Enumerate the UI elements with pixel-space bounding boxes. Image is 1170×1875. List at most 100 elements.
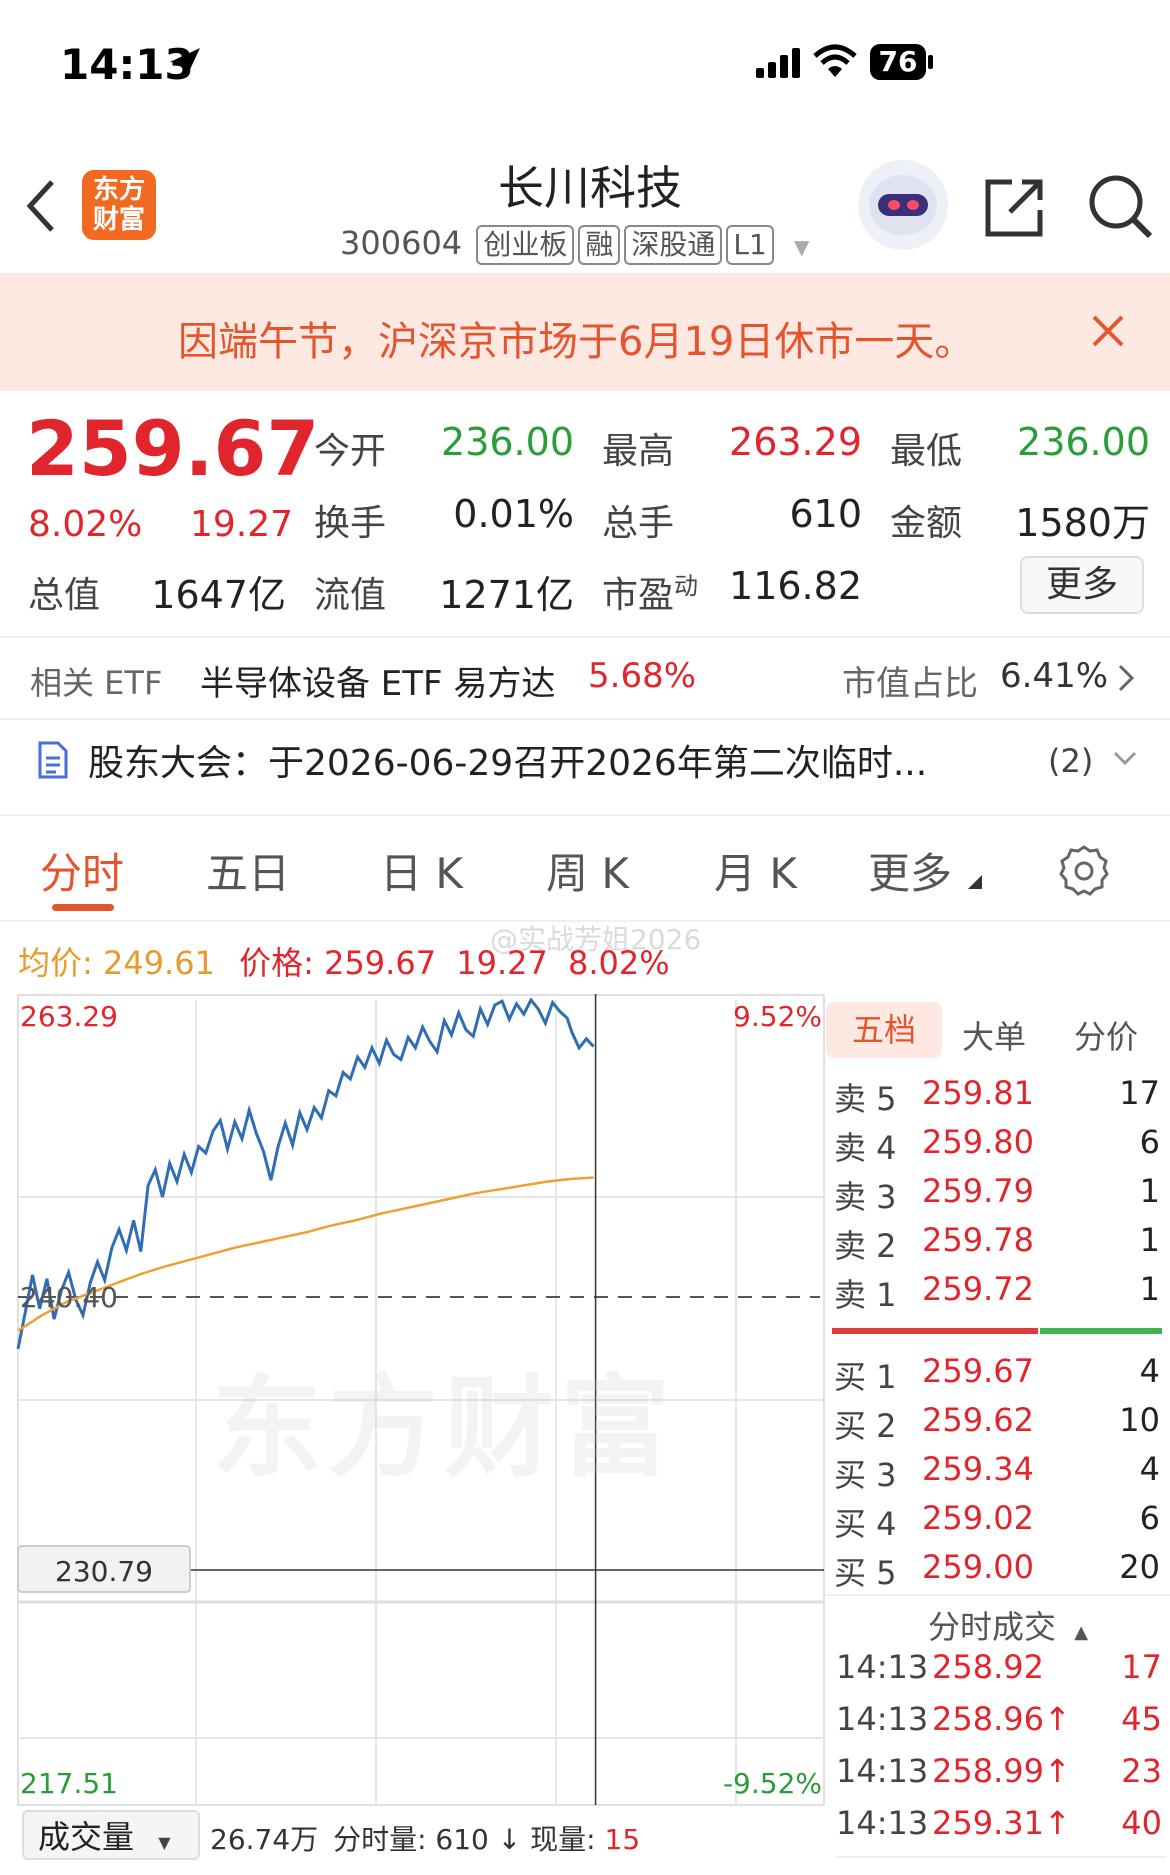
more-button[interactable]: 更多: [1020, 556, 1144, 614]
price-label: 价格:: [239, 944, 314, 982]
app-logo: 东方 财富: [82, 170, 156, 240]
volume-value: 610: [789, 492, 862, 536]
volume-selector[interactable]: 成交量 ▼: [22, 1810, 200, 1860]
pe-label: 市盈动: [602, 566, 698, 618]
asks-price: 259.72: [922, 1270, 1034, 1308]
tab-monthly-k[interactable]: 月 K: [714, 840, 797, 901]
etf-share-label: 市值占比: [842, 664, 978, 704]
current-volume: 15: [604, 1823, 641, 1856]
tab-daily-k[interactable]: 日 K: [380, 840, 463, 901]
asks-volume: 6: [1139, 1123, 1160, 1161]
pct-axis-top-label: 9.52%: [733, 1000, 822, 1033]
document-icon: [36, 740, 70, 784]
y-axis-bottom-label: 217.51: [20, 1767, 118, 1800]
tab-five-day[interactable]: 五日: [206, 840, 290, 901]
asks-price: 259.78: [922, 1221, 1034, 1259]
bids-volume: 10: [1119, 1401, 1160, 1439]
robot-assistant-icon[interactable]: [858, 160, 948, 250]
divider: [826, 1594, 1170, 1596]
orderbook-tab-price[interactable]: 分价: [1074, 1012, 1138, 1058]
asks-volume: 1: [1139, 1172, 1160, 1210]
total-value-label: 总值: [28, 575, 101, 616]
asks-label: 卖 1: [834, 1276, 897, 1314]
location-arrow-icon: [166, 46, 202, 86]
bids-row[interactable]: 买 2 259.62 10: [834, 1401, 1164, 1449]
asks-label: 卖 5: [834, 1080, 897, 1118]
bids-row[interactable]: 买 5 259.00 20: [834, 1548, 1164, 1596]
banner-text: 因端午节，沪深京市场于6月19日休市一天。: [178, 319, 975, 365]
caret-down-icon: ▼: [158, 1833, 171, 1852]
pe-label-text: 市盈: [602, 575, 675, 616]
logo-line2: 财富: [92, 205, 145, 235]
volume-stats: 26.74万 分时量: 610 ↓ 现量: 15: [210, 1818, 640, 1858]
etf-row[interactable]: 相关 ETF 半导体设备 ETF 易方达 5.68% 市值占比 6.41%: [0, 638, 1170, 718]
bids-row[interactable]: 买 4 259.02 6: [834, 1499, 1164, 1547]
orderbook-tab-five[interactable]: 五档: [826, 1002, 942, 1058]
etf-name: 半导体设备 ETF 易方达: [200, 664, 556, 704]
chevron-down-icon: ▼: [793, 235, 810, 259]
notice-row[interactable]: 股东大会：于2026-06-29召开2026年第二次临时... (2): [0, 720, 1170, 814]
orderbook-tab-big[interactable]: 大单: [962, 1012, 1026, 1058]
asks-volume: 1: [1139, 1221, 1160, 1259]
bids-row[interactable]: 买 1 259.67 4: [834, 1352, 1164, 1400]
trade-row: 14:13 258.92 17: [836, 1648, 1166, 1698]
share-icon[interactable]: [982, 174, 1048, 244]
minute-volume-label: 分时量:: [333, 1823, 427, 1856]
notice-text: 股东大会：于2026-06-29召开2026年第二次临时...: [88, 743, 928, 784]
high-label: 最高: [602, 431, 675, 472]
float-value: 1271亿: [439, 573, 574, 617]
ask-ratio-fill: [832, 1328, 1038, 1334]
trade-price: 258.99↑: [932, 1752, 1071, 1790]
tab-active-indicator: [52, 904, 114, 911]
asks-row[interactable]: 卖 3 259.79 1: [834, 1172, 1164, 1220]
divider: [0, 814, 1170, 816]
battery-level: 76: [878, 45, 918, 78]
etf-label: 相关 ETF: [30, 664, 163, 702]
high-value: 263.29: [729, 420, 862, 464]
pe-value: 116.82: [729, 564, 862, 608]
asks-row[interactable]: 卖 1 259.72 1: [834, 1270, 1164, 1318]
trade-volume: 40: [1121, 1804, 1162, 1842]
trades-header[interactable]: 分时成交 ▲: [928, 1602, 1088, 1648]
asks-price: 259.79: [922, 1172, 1034, 1210]
bids-label: 买 3: [834, 1456, 897, 1494]
tab-more[interactable]: 更多: [868, 840, 952, 901]
settings-gear-icon[interactable]: [1058, 844, 1110, 900]
dropdown-corner-icon: [968, 874, 982, 893]
close-icon[interactable]: [1090, 313, 1126, 353]
tab-intraday[interactable]: 分时: [40, 840, 124, 901]
chart-logo-watermark: 东方财富: [212, 1364, 676, 1492]
tag-level: L1: [726, 225, 774, 265]
low-label: 最低: [890, 431, 963, 472]
chevron-down-icon[interactable]: [1112, 750, 1138, 772]
tag-margin: 融: [578, 225, 621, 265]
turnover-label: 换手: [314, 503, 387, 544]
asks-row[interactable]: 卖 5 259.81 17: [834, 1074, 1164, 1122]
search-icon[interactable]: [1086, 172, 1156, 246]
trades-more-row: [836, 1856, 1166, 1875]
battery-icon: 76: [870, 44, 926, 80]
bids-volume: 6: [1139, 1499, 1160, 1537]
battery-tip: [928, 55, 933, 69]
bids-volume: 4: [1139, 1352, 1160, 1390]
avg-label: 均价:: [18, 944, 93, 982]
tab-weekly-k[interactable]: 周 K: [546, 840, 629, 901]
holiday-banner: 因端午节，沪深京市场于6月19日休市一天。: [0, 273, 1170, 391]
watermark-text: @实战芳姐2026: [490, 923, 702, 956]
back-button[interactable]: [24, 178, 58, 238]
asks-row[interactable]: 卖 4 259.80 6: [834, 1123, 1164, 1171]
trade-time: 14:13: [836, 1804, 929, 1842]
asks-row[interactable]: 卖 2 259.78 1: [834, 1221, 1164, 1269]
bids-row[interactable]: 买 3 259.34 4: [834, 1450, 1164, 1498]
bids-label: 买 1: [834, 1358, 897, 1396]
open-label: 今开: [314, 431, 387, 472]
tag-connect: 深股通: [624, 225, 723, 265]
status-bar: 14:13 76: [0, 0, 1170, 150]
bids-volume: 4: [1139, 1450, 1160, 1488]
notice-count: (2): [1048, 742, 1094, 780]
stock-subtitle[interactable]: 300604 创业板融深股通 L1 ▼: [340, 224, 809, 265]
amount-label: 金额: [890, 503, 963, 544]
trade-volume: 23: [1121, 1752, 1162, 1790]
change-pct: 8.02%: [28, 504, 143, 545]
wifi-icon: [812, 44, 858, 84]
